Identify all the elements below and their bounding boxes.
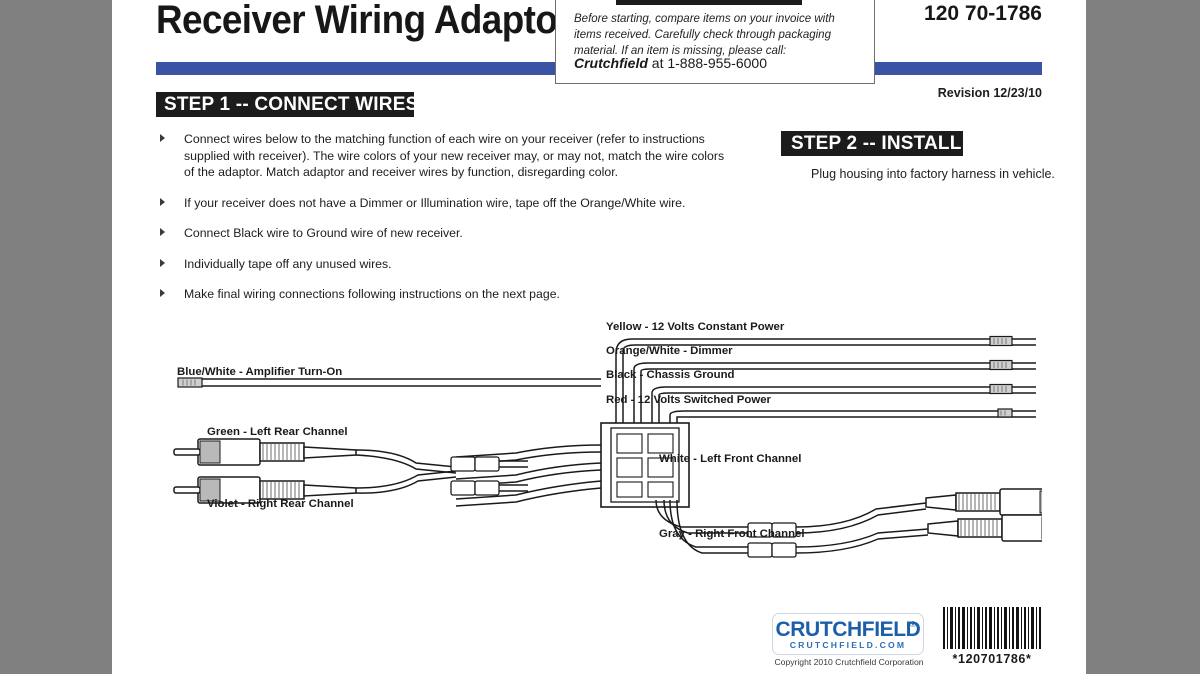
bullet-arrow-icon [160, 134, 165, 142]
wire-label-black: Black - Chassis Ground [606, 369, 735, 381]
crutchfield-brand-name: Crutchfield [574, 55, 648, 71]
copyright-notice: Copyright 2010 Crutchfield Corporation [774, 657, 924, 667]
page-title: Receiver Wiring Adaptor [156, 0, 572, 42]
registered-trademark-icon: ® [910, 620, 916, 629]
crutchfield-logo-wordmark: CRUTCHFIELD [775, 618, 921, 641]
list-item: Connect Black wire to Ground wire of new… [156, 225, 736, 242]
wire-label-white: White - Left Front Channel [659, 453, 802, 465]
important-banner-label: IMPORTANT [616, 0, 802, 5]
screenshot-viewport: Receiver Wiring Adaptor 120 70-1786 Revi… [0, 0, 1200, 674]
wire-label-gray: Gray - Right Front Channel [659, 528, 805, 540]
revision-date: Revision 12/23/10 [937, 86, 1042, 100]
wire-label-violet: Violet - Right Rear Channel [207, 498, 354, 510]
list-item-text: Connect Black wire to Ground wire of new… [184, 226, 463, 240]
crutchfield-logo-domain: CRUTCHFIELD.COM [789, 640, 907, 650]
list-item-text: Individually tape off any unused wires. [184, 256, 392, 271]
barcode-icon [942, 607, 1042, 649]
barcode-number: *120701786* [952, 652, 1032, 666]
bullet-arrow-icon [160, 258, 165, 267]
list-item: If your receiver does not have a Dimmer … [156, 195, 736, 212]
wire-label-green: Green - Left Rear Channel [207, 426, 348, 438]
list-item: Connect wires below to the matching func… [156, 131, 736, 181]
step-2-text: Plug housing into factory harness in veh… [811, 167, 1055, 181]
wire-label-red: Red - 12 Volts Switched Power [606, 394, 771, 406]
important-phone-line: Crutchfield at 1-888-955-6000 [574, 55, 767, 71]
wiring-diagram: Yellow - 12 Volts Constant Power Orange/… [156, 295, 1042, 565]
crutchfield-logo: CRUTCHFIELD ® CRUTCHFIELD.COM [772, 613, 924, 655]
step-2-banner: STEP 2 -- INSTALL [781, 131, 963, 156]
document-page: Receiver Wiring Adaptor 120 70-1786 Revi… [112, 0, 1086, 674]
wire-label-yellow: Yellow - 12 Volts Constant Power [606, 321, 785, 333]
wire-label-blue-white: Blue/White - Amplifier Turn-On [177, 366, 343, 378]
step-1-banner: STEP 1 -- CONNECT WIRES [156, 92, 418, 117]
wire-label-orange-white: Orange/White - Dimmer [606, 345, 733, 357]
list-item: Individually tape off any unused wires. [156, 256, 736, 273]
step-1-instruction-list: Connect wires below to the matching func… [156, 131, 736, 303]
list-item-text: If your receiver does not have a Dimmer … [184, 195, 686, 210]
part-number: 120 70-1786 [924, 2, 1042, 25]
bullet-arrow-icon [160, 197, 165, 206]
list-item-text: Connect wires below to the matching func… [184, 132, 725, 179]
important-phone-number: at 1-888-955-6000 [647, 55, 767, 71]
important-body-text: Before starting, compare items on your i… [574, 13, 835, 57]
barcode-svg [943, 607, 1041, 649]
bullet-arrow-icon [160, 228, 165, 236]
important-callout: IMPORTANT Before starting, compare items… [555, 0, 875, 84]
